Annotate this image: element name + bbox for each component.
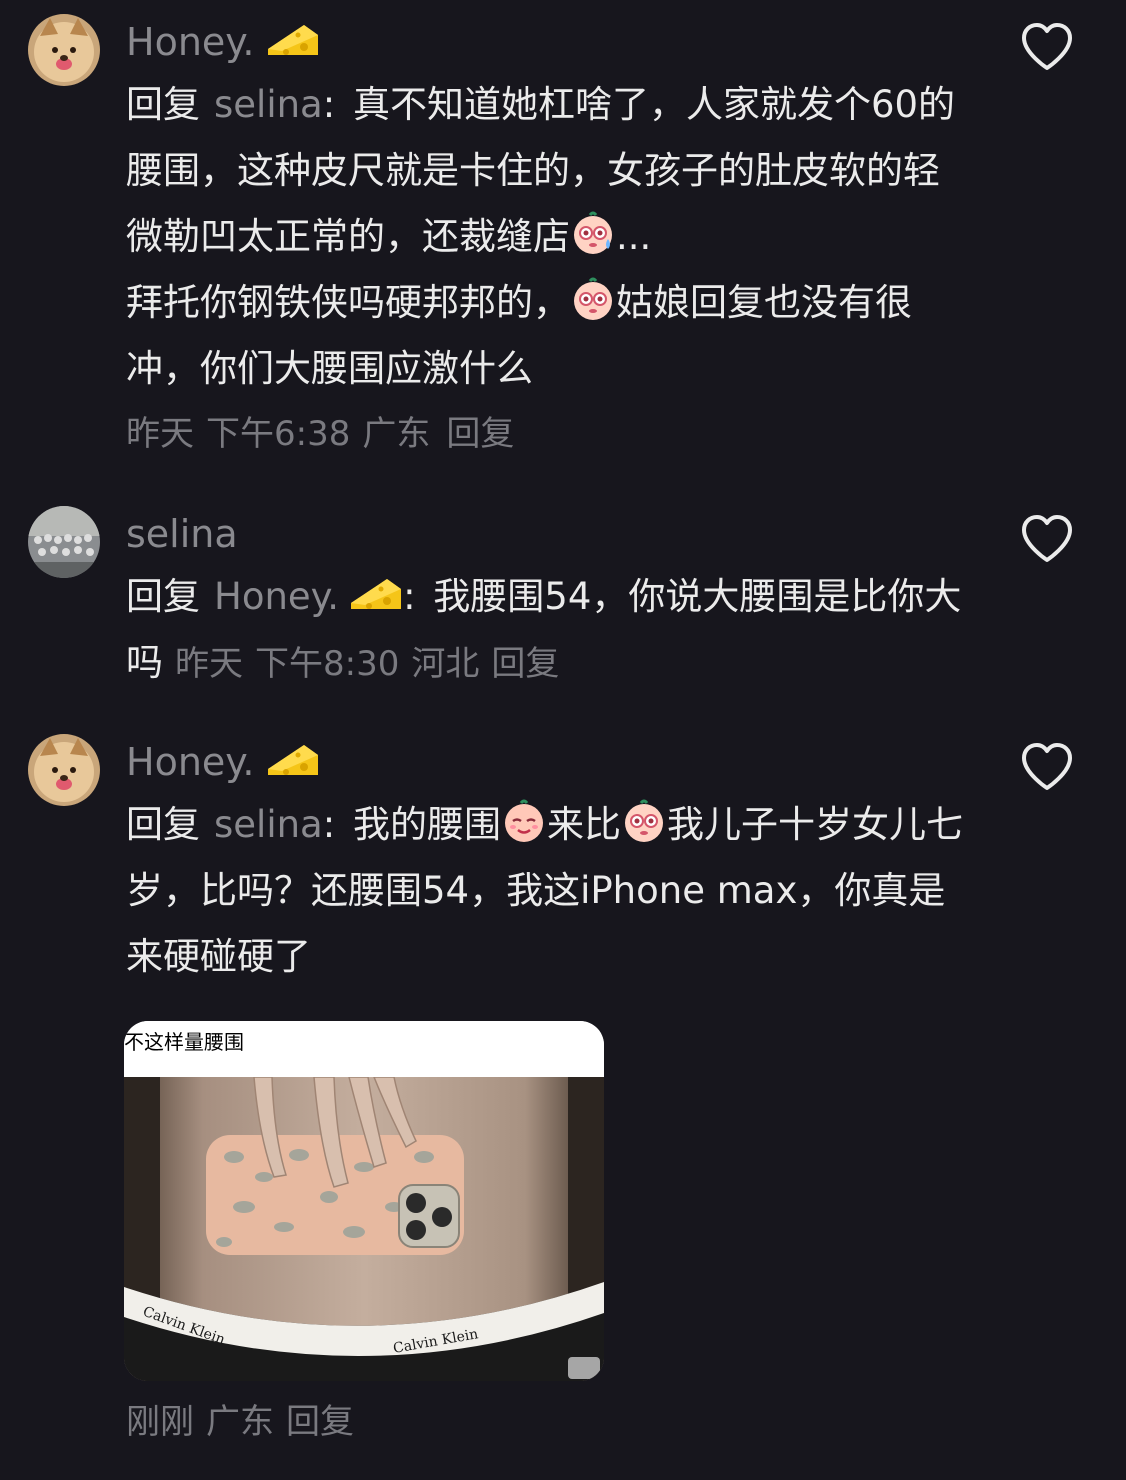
comment-date: 昨天 xyxy=(126,414,194,454)
image-caption: 不这样量腰围 xyxy=(124,1021,604,1077)
comment-body: 我的腰围 xyxy=(352,803,501,846)
heart-outline-icon[interactable] xyxy=(1020,742,1074,792)
comment-time: 下午6:38 xyxy=(206,414,351,454)
heart-outline-icon[interactable] xyxy=(1020,514,1074,564)
comment-author-row: Honey. xyxy=(126,12,966,72)
comment-ellipsis: ... xyxy=(616,215,652,258)
avatar[interactable] xyxy=(28,506,100,578)
comment-author-row: selina xyxy=(126,504,966,564)
author-name[interactable]: selina xyxy=(126,512,238,556)
comment-body-part2: 来比 xyxy=(546,803,621,846)
author-name[interactable]: Honey. xyxy=(126,20,254,64)
comment-location: 广东 xyxy=(362,414,431,454)
comment-date: 昨天 xyxy=(175,644,243,684)
cheese-icon xyxy=(264,740,320,784)
avatar[interactable] xyxy=(28,14,100,86)
reply-target[interactable]: Honey. xyxy=(214,575,339,618)
comment-meta: 昨天 下午6:38 广东 回复 xyxy=(126,402,966,466)
comment-date: 刚刚 xyxy=(126,1402,194,1442)
cheese-icon xyxy=(351,579,402,609)
reply-prefix: 回复 xyxy=(126,575,200,618)
comment-time: 下午8:30 xyxy=(255,644,400,684)
reply-target[interactable]: selina xyxy=(214,83,323,126)
comment-body-line2: 拜托你钢铁侠吗硬邦邦的， xyxy=(126,281,570,324)
reply-target[interactable]: selina xyxy=(214,803,323,846)
comment-author-row: Honey. xyxy=(126,732,966,792)
comment-meta: 刚刚 广东 回复 xyxy=(126,1390,366,1454)
reply-button[interactable]: 回复 xyxy=(491,644,559,684)
comment-location: 河北 xyxy=(411,644,480,684)
comment-text: 回复 Honey.: 我腰围54，你说大腰围是比你大吗 昨天 下午8:30 河北 回复 xyxy=(126,575,962,684)
smug-face-emoji-icon xyxy=(504,799,543,842)
comment-image-attachment[interactable]: 不这样量腰围 Calvin Klein Calvin Klein xyxy=(124,1021,604,1381)
waist-photo: Calvin Klein Calvin Klein xyxy=(124,1077,604,1381)
comment-location: 广东 xyxy=(206,1402,274,1442)
author-name[interactable]: Honey. xyxy=(126,740,254,784)
reply-prefix: 回复 xyxy=(126,803,200,846)
heart-outline-icon[interactable] xyxy=(1020,22,1074,72)
comment-meta: 昨天 下午8:30 河北 回复 xyxy=(175,644,571,684)
dizzy-face-emoji-icon xyxy=(624,799,663,842)
dizzy-face-emoji-icon xyxy=(574,277,612,320)
sweat-face-emoji-icon xyxy=(574,211,612,254)
comment-text: 回复 selina: 真不知道她杠啥了，人家就发个60的腰围，这种皮尺就是卡住的，… xyxy=(126,83,956,390)
comment-text: 回复 selina: 我的腰围 来比 我儿子十岁女儿七岁，比吗？还腰围54，我这iPh… xyxy=(126,792,966,990)
reply-button[interactable]: 回复 xyxy=(286,1402,354,1442)
reply-prefix: 回复 xyxy=(126,83,200,126)
avatar[interactable] xyxy=(28,734,100,806)
reply-button[interactable]: 回复 xyxy=(446,414,514,454)
cheese-icon xyxy=(264,20,320,64)
